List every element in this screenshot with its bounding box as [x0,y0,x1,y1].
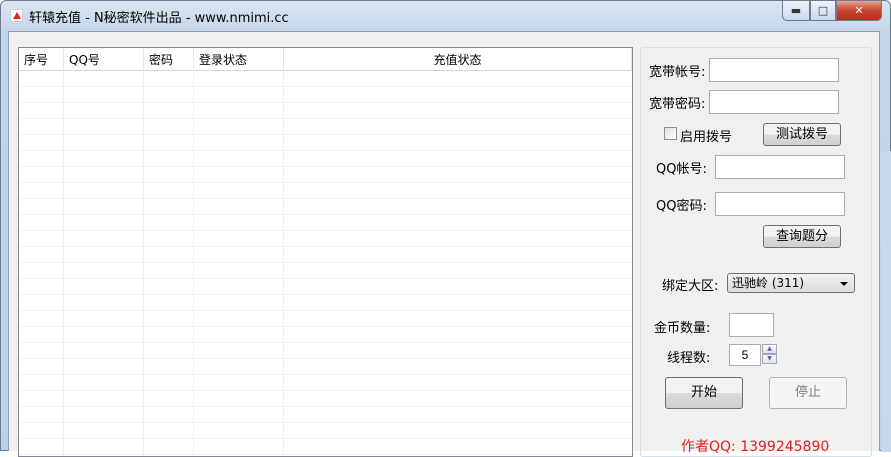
query-points-button[interactable]: 查询题分 [763,225,841,248]
threads-label: 线程数: [667,351,711,366]
column-index[interactable]: 序号 [19,48,64,71]
coins-label: 金币数量: [654,321,711,336]
app-icon [10,9,23,22]
server-selected-value: 迅驰岭 (311) [732,276,805,290]
coins-input[interactable] [729,313,774,337]
server-label: 绑定大区: [662,279,719,294]
dropdown-arrow-icon [840,282,848,286]
test-dial-button[interactable]: 测试拨号 [763,123,841,146]
enable-dial-label: 启用拨号 [680,130,733,145]
column-recharge-status[interactable]: 充值状态 [284,48,632,71]
qq-password-label: QQ密码: [656,199,707,214]
grid-line [143,71,144,456]
window-border [881,151,891,452]
stop-button[interactable]: 停止 [769,377,847,409]
grid-line [283,71,284,456]
list-rows [19,71,632,456]
column-qq[interactable]: QQ号 [64,48,144,71]
list-header: 序号 QQ号 密码 登录状态 充值状态 [19,48,632,71]
broadband-account-label: 宽带帐号: [649,65,706,80]
qq-password-input[interactable] [715,192,845,216]
threads-input[interactable] [729,344,761,366]
server-select[interactable]: 迅驰岭 (311) [727,273,855,293]
enable-dial-checkbox[interactable] [664,127,677,140]
maximize-button[interactable]: □ [810,1,836,21]
grid-line [63,71,64,456]
minimize-button[interactable]: ▬ [782,1,810,21]
window-title: 轩辕充值 - N秘密软件出品 - www.nmimi.cc [29,11,289,26]
grid-line [193,71,194,456]
account-list[interactable]: 序号 QQ号 密码 登录状态 充值状态 [18,47,633,457]
start-button[interactable]: 开始 [665,377,743,409]
column-password[interactable]: 密码 [144,48,194,71]
qq-account-input[interactable] [715,155,845,179]
spin-down-icon[interactable]: ▼ [762,354,777,364]
spin-up-icon[interactable]: ▲ [762,344,777,354]
author-contact: 作者QQ: 1399245890 [681,439,830,455]
qq-account-label: QQ帐号: [656,162,707,177]
broadband-account-input[interactable] [709,58,839,82]
threads-spinner[interactable]: ▲ ▼ [762,344,777,364]
broadband-password-input[interactable] [709,90,839,114]
column-login-status[interactable]: 登录状态 [194,48,284,71]
close-button[interactable]: ✕ [836,1,882,21]
broadband-password-label: 宽带密码: [649,97,706,112]
